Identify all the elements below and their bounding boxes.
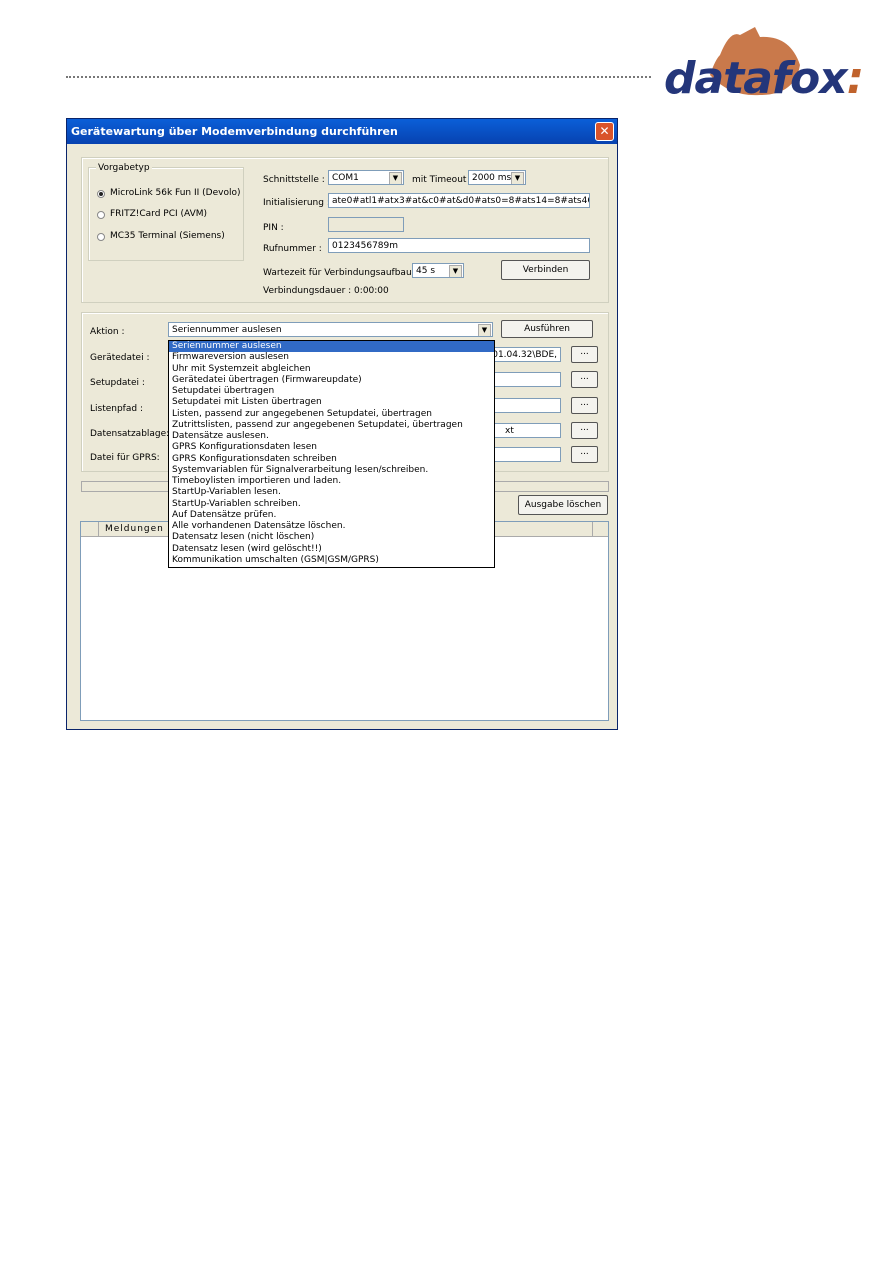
init-input[interactable]: ate0#atl1#atx3#at&c0#at&d0#ats0=8#ats14=… [328,193,590,208]
dropdown-option[interactable]: Gerätedatei übertragen (Firmwareupdate) [169,375,494,386]
setupdatei-label: Setupdatei : [90,378,145,388]
select-value: Seriennummer auslesen [172,325,282,335]
dropdown-option[interactable]: Listen, passend zur angegebenen Setupdat… [169,409,494,420]
ausgabe-loeschen-button[interactable]: Ausgabe löschen [518,495,608,515]
ausfuehren-button[interactable]: Ausführen [501,320,593,338]
meldungen-column[interactable]: Meldungen [98,522,164,536]
vorgabetyp-label: Vorgabetyp [96,163,152,173]
wartezeit-label: Wartezeit für Verbindungsaufbau : [263,268,418,278]
aktion-dropdown-list[interactable]: Seriennummer auslesen Firmwareversion aus… [168,340,495,568]
gprs-label: Datei für GPRS: [90,453,160,463]
browse-datensatzablage-button[interactable]: ... [571,422,598,439]
init-label: Initialisierung : [263,198,330,208]
pin-label: PIN : [263,223,284,233]
select-value: 45 s [416,266,436,276]
dropdown-option[interactable]: Zutrittslisten, passend zur angegebenen … [169,420,494,431]
select-value: 2000 ms [472,173,512,183]
radio-label: MC35 Terminal (Siemens) [110,231,225,241]
dropdown-option[interactable]: Auf Datensätze prüfen. [169,510,494,521]
wartezeit-select[interactable]: 45 s ▼ [412,263,464,278]
dropdown-option[interactable]: Setupdatei übertragen [169,386,494,397]
verbindungsdauer: Verbindungsdauer : 0:00:00 [263,286,389,296]
dropdown-option[interactable]: StartUp-Variablen schreiben. [169,499,494,510]
dropdown-option[interactable]: Firmwareversion auslesen [169,352,494,363]
aktion-select[interactable]: Seriennummer auslesen ▼ [168,322,493,337]
field-value: xt [505,426,514,436]
schnittstelle-label: Schnittstelle : [263,175,325,185]
column-divider [592,522,593,536]
aktion-label: Aktion : [90,327,125,337]
browse-listenpfad-button[interactable]: ... [571,397,598,414]
dropdown-option[interactable]: StartUp-Variablen lesen. [169,487,494,498]
verbinden-button[interactable]: Verbinden [501,260,590,280]
dropdown-option[interactable]: GPRS Konfigurationsdaten lesen [169,442,494,453]
schnittstelle-select[interactable]: COM1 ▼ [328,170,404,185]
chevron-down-icon: ▼ [389,172,402,184]
dropdown-option[interactable]: Uhr mit Systemzeit abgleichen [169,364,494,375]
rufnummer-input[interactable]: 0123456789m [328,238,590,253]
dropdown-option[interactable]: Alle vorhandenen Datensätze löschen. [169,521,494,532]
browse-setupdatei-button[interactable]: ... [571,371,598,388]
dropdown-option[interactable]: Kommunikation umschalten (GSM|GSM/GPRS) [169,555,494,566]
dropdown-option[interactable]: Datensatz lesen (nicht löschen) [169,532,494,543]
chevron-down-icon: ▼ [478,324,491,336]
select-value: COM1 [332,173,359,183]
maintenance-dialog: Gerätewartung über Modemverbindung durch… [66,118,618,730]
radio-label: MicroLink 56k Fun II (Devolo) [110,188,241,198]
geraetedatei-label: Gerätedatei : [90,353,150,363]
chevron-down-icon: ▼ [449,265,462,277]
radio-mc35[interactable] [97,233,105,241]
dropdown-option[interactable]: GPRS Konfigurationsdaten schreiben [169,454,494,465]
dropdown-option[interactable]: Seriennummer auslesen [169,341,494,353]
timeout-select[interactable]: 2000 ms ▼ [468,170,526,185]
dropdown-option[interactable]: Timeboylisten importieren und laden. [169,476,494,487]
dropdown-option[interactable]: Setupdatei mit Listen übertragen [169,397,494,408]
radio-microlink[interactable] [97,190,105,198]
close-button[interactable]: ✕ [595,122,614,141]
dropdown-option[interactable]: Datensätze auslesen. [169,431,494,442]
browse-gprs-button[interactable]: ... [571,446,598,463]
timeout-label: mit Timeout : [412,175,473,185]
header-dotted-line [66,76,651,78]
pin-input[interactable] [328,217,404,232]
chevron-down-icon: ▼ [511,172,524,184]
field-value: 01.04.32\BDE, [492,350,557,360]
rufnummer-label: Rufnummer : [263,244,322,254]
radio-fritzcard[interactable] [97,211,105,219]
browse-geraetedatei-button[interactable]: ... [571,346,598,363]
datafox-logo: datafox: [660,25,864,105]
datensatzablage-label: Datensatzablage: [90,429,170,439]
listenpfad-label: Listenpfad : [90,404,143,414]
dialog-title: Gerätewartung über Modemverbindung durch… [67,119,617,144]
dropdown-option[interactable]: Systemvariablen für Signalverarbeitung l… [169,465,494,476]
dropdown-option[interactable]: Datensatz lesen (wird gelöscht!!) [169,544,494,555]
radio-label: FRITZ!Card PCI (AVM) [110,209,208,219]
